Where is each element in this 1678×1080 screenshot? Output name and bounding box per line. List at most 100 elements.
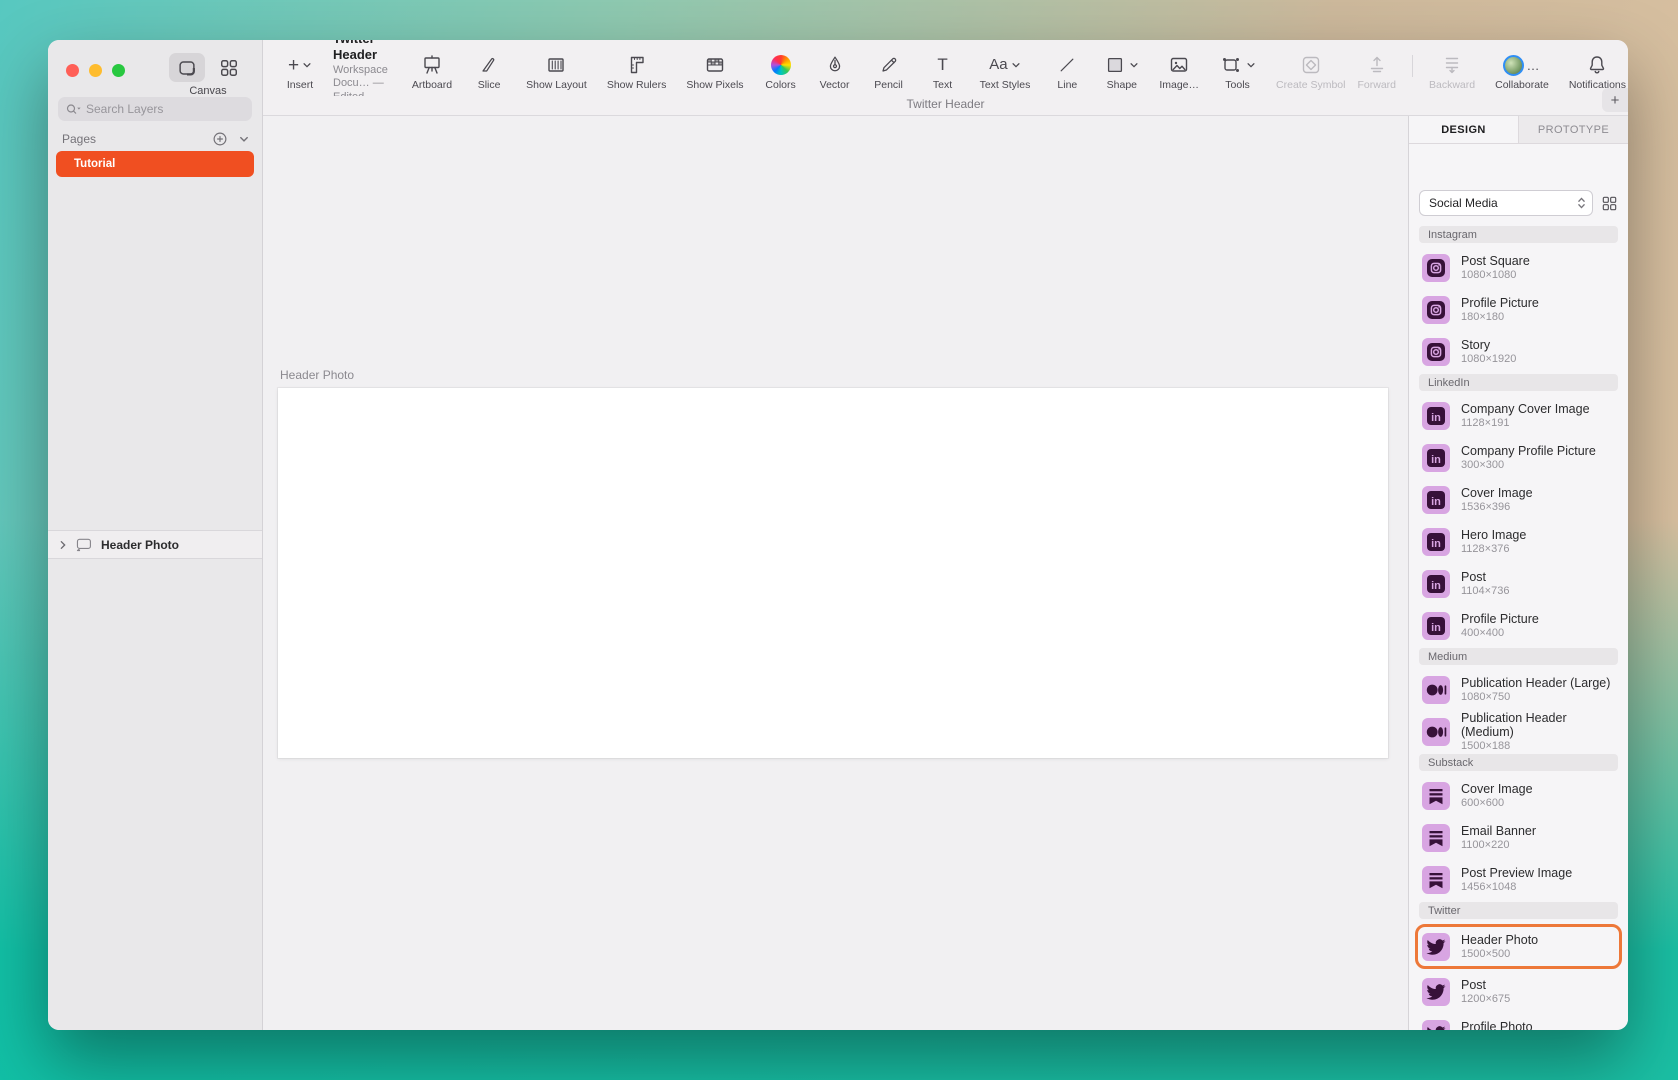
preset-item-medium-publication-header-medium[interactable]: Publication Header (Medium)1500×188 xyxy=(1419,712,1618,751)
inspector-panel: DESIGN PROTOTYPE Social Media xyxy=(1408,116,1628,1030)
toolbar-button-show-rulers[interactable]: Show Rulers xyxy=(601,45,673,91)
linkedin-icon: in xyxy=(1422,612,1450,640)
preset-item-linkedin-company-profile-picture[interactable]: inCompany Profile Picture300×300 xyxy=(1419,438,1618,477)
toolbar-button-backward: Backward xyxy=(1423,45,1481,91)
toolbar-button-pencil[interactable]: Pencil xyxy=(866,45,912,91)
twitter-icon xyxy=(1422,933,1450,961)
canvas-toggle-label: Canvas xyxy=(168,85,248,97)
insert-button[interactable]: + Insert xyxy=(277,45,323,91)
category-select[interactable]: Social Media xyxy=(1419,190,1593,216)
toolbar-button-text-styles[interactable]: AaText Styles xyxy=(974,45,1037,91)
colors-icon xyxy=(771,55,791,75)
preset-list: Social Media Instagram Post Square1080×10… xyxy=(1409,144,1628,1030)
artboard[interactable] xyxy=(278,388,1388,758)
tools-icon xyxy=(1219,53,1243,77)
toolbar-button-slice[interactable]: Slice xyxy=(466,45,512,91)
tab-design[interactable]: DESIGN xyxy=(1409,116,1518,143)
preset-item-medium-publication-header-large[interactable]: Publication Header (Large)1080×750 xyxy=(1419,670,1618,709)
preset-item-linkedin-hero-image[interactable]: inHero Image1128×376 xyxy=(1419,522,1618,561)
collapse-pages-button[interactable] xyxy=(238,133,250,145)
document-title: Twitter Header xyxy=(333,40,388,64)
inspector-tabs: DESIGN PROTOTYPE xyxy=(1409,116,1628,144)
preset-item-twitter-post[interactable]: Post1200×675 xyxy=(1419,972,1618,1011)
section-header-substack: Substack xyxy=(1419,754,1618,771)
preset-item-instagram-post-square[interactable]: Post Square1080×1080 xyxy=(1419,248,1618,287)
toolbar-button-forward: Forward xyxy=(1351,45,1402,91)
svg-text:in: in xyxy=(1431,580,1441,592)
substack-icon xyxy=(1422,866,1450,894)
search-layers-field[interactable] xyxy=(58,97,252,121)
linkedin-icon: in xyxy=(1422,444,1450,472)
preset-item-twitter-profile-photo[interactable]: Profile Photo400×400 xyxy=(1419,1014,1618,1030)
toolbar-button-shape[interactable]: Shape xyxy=(1098,45,1145,91)
rulers-icon xyxy=(625,53,649,77)
toolbar-button-artboard[interactable]: Artboard xyxy=(406,45,458,91)
canvas-area[interactable]: Header Photo xyxy=(263,116,1408,1030)
section-header-twitter: Twitter xyxy=(1419,902,1618,919)
svg-text:in: in xyxy=(1431,622,1441,634)
shape-icon xyxy=(1104,54,1126,76)
add-page-button[interactable] xyxy=(212,131,228,147)
close-window-button[interactable] xyxy=(66,64,79,77)
artboard-icon xyxy=(420,53,444,77)
backward-icon xyxy=(1440,53,1464,77)
artboard-title[interactable]: Header Photo xyxy=(280,368,354,382)
layer-row-header-photo[interactable]: Header Photo xyxy=(48,530,262,559)
search-input[interactable] xyxy=(86,102,244,116)
preset-item-linkedin-company-cover-image[interactable]: inCompany Cover Image1128×191 xyxy=(1419,396,1618,435)
substack-icon xyxy=(1422,824,1450,852)
preset-item-instagram-profile-picture[interactable]: Profile Picture180×180 xyxy=(1419,290,1618,329)
zoom-window-button[interactable] xyxy=(112,64,125,77)
toolbar-button-collaborate[interactable]: …Collaborate xyxy=(1489,45,1555,91)
toolbar-button-text[interactable]: TText xyxy=(920,45,966,91)
sketch-window: Canvas Pages xyxy=(48,40,1628,1030)
pixels-icon xyxy=(703,53,727,77)
toolbar: + Insert Twitter Header Workspace Docu… … xyxy=(263,40,1628,96)
medium-icon xyxy=(1422,676,1450,704)
linkedin-icon: in xyxy=(1422,486,1450,514)
toolbar-main-buttons: ArtboardSliceShow LayoutShow RulersShow … xyxy=(406,45,1352,91)
twitter-icon xyxy=(1422,1020,1450,1031)
tab-prototype[interactable]: PROTOTYPE xyxy=(1518,116,1628,143)
toolbar-button-colors[interactable]: Colors xyxy=(758,45,804,91)
layout-toggle-button[interactable] xyxy=(1601,195,1618,212)
instagram-icon xyxy=(1422,296,1450,324)
user-avatar xyxy=(1503,55,1524,76)
toolbar-button-show-layout[interactable]: Show Layout xyxy=(520,45,593,91)
canvas-frame-icon xyxy=(176,57,198,79)
toolbar-button-tools[interactable]: Tools xyxy=(1213,45,1262,91)
pages-header: Pages xyxy=(62,131,250,147)
chevron-right-icon[interactable] xyxy=(58,540,68,550)
toolbar-button-create-symbol: Create Symbol xyxy=(1270,45,1351,91)
collaborate-icon: … xyxy=(1503,55,1540,76)
add-document-button[interactable]: + xyxy=(1602,88,1628,112)
section-header-instagram: Instagram xyxy=(1419,226,1618,243)
layer-label: Header Photo xyxy=(101,538,179,552)
toolbar-button-show-pixels[interactable]: Show Pixels xyxy=(680,45,749,91)
toolbar-button-line[interactable]: Line xyxy=(1044,45,1090,91)
preset-item-linkedin-profile-picture[interactable]: inProfile Picture400×400 xyxy=(1419,606,1618,645)
preset-item-linkedin-post[interactable]: inPost1104×736 xyxy=(1419,564,1618,603)
plus-icon: + xyxy=(288,56,299,75)
pencil-icon xyxy=(878,54,900,76)
linkedin-icon: in xyxy=(1422,528,1450,556)
minimize-window-button[interactable] xyxy=(89,64,102,77)
grid-icon xyxy=(219,58,239,78)
toolbar-button-notifications[interactable]: Notifications xyxy=(1563,45,1628,91)
layout-icon xyxy=(544,53,568,77)
canvas-view-button[interactable] xyxy=(169,53,205,82)
preset-item-linkedin-cover-image[interactable]: inCover Image1536×396 xyxy=(1419,480,1618,519)
document-subbar: Twitter Header + xyxy=(263,96,1628,116)
preset-item-substack-cover-image[interactable]: Cover Image600×600 xyxy=(1419,776,1618,815)
preset-item-instagram-story[interactable]: Story1080×1920 xyxy=(1419,332,1618,371)
preset-item-substack-post-preview-image[interactable]: Post Preview Image1456×1048 xyxy=(1419,860,1618,899)
toolbar-button-image[interactable]: Image… xyxy=(1153,45,1205,91)
preset-item-twitter-header-photo[interactable]: Header Photo1500×500 xyxy=(1415,924,1622,969)
line-icon xyxy=(1057,55,1077,75)
sidebar-page-tutorial[interactable]: Tutorial xyxy=(56,151,254,177)
toolbar-button-vector[interactable]: Vector xyxy=(812,45,858,91)
preset-item-substack-email-banner[interactable]: Email Banner1100×220 xyxy=(1419,818,1618,857)
grid-view-button[interactable] xyxy=(211,53,247,82)
toolbar-right-buttons: Forward Backward…CollaborateNotifications xyxy=(1351,45,1628,91)
insert-label: Insert xyxy=(287,79,313,91)
